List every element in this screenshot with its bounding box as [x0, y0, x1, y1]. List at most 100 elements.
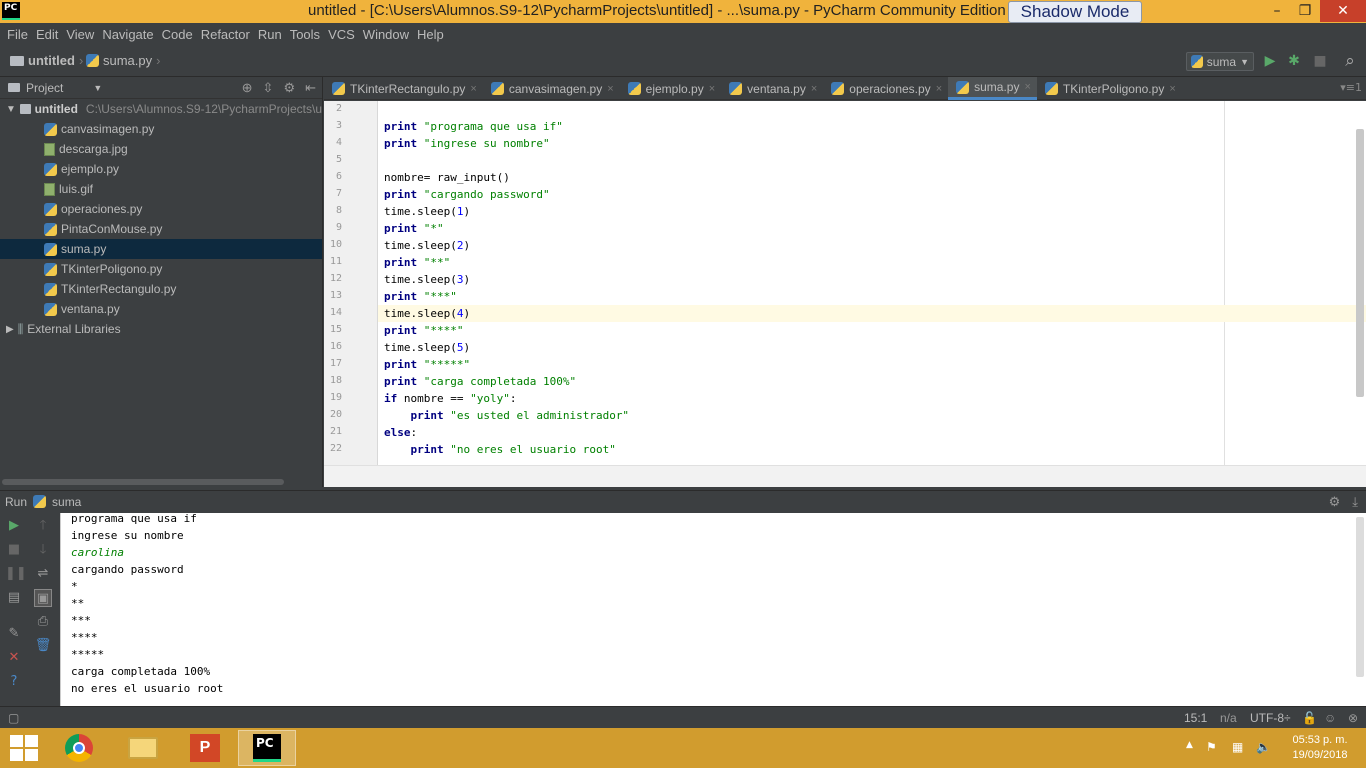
tab-tkinterpoligono[interactable]: TKinterPoligono.py × — [1037, 77, 1182, 100]
tree-item-tkinterrectangulo[interactable]: TKinterRectangulo.py — [0, 279, 322, 299]
scroll-to-end-icon[interactable]: ▣ — [34, 589, 52, 607]
print-icon[interactable]: ⎙ — [34, 613, 52, 631]
tree-item-pintaconmouse[interactable]: PintaConMouse.py — [0, 219, 322, 239]
trash-icon[interactable]: 🗑 — [34, 637, 52, 655]
caret-position[interactable]: 15:1 — [1184, 711, 1207, 725]
restore-layout-icon[interactable]: ▤ — [5, 589, 23, 607]
stop-icon[interactable]: ■ — [5, 541, 23, 559]
taskbar-powerpoint[interactable]: P — [176, 730, 234, 766]
project-horizontal-scrollbar[interactable] — [2, 479, 284, 485]
expand-arrow-icon[interactable]: ▼ — [6, 104, 16, 115]
menu-edit[interactable]: Edit — [33, 27, 63, 42]
event-log-icon[interactable]: ⊗ — [1348, 711, 1358, 725]
code-editor[interactable]: 2 3 4 5 6 7 8 9 10 11 12 13 14 15 16 17 … — [324, 101, 1366, 487]
code-line[interactable]: print "programa que usa if" — [384, 118, 1344, 135]
console-output[interactable]: programa que usa if ingrese su nombre ca… — [60, 512, 1366, 707]
hide-panel-icon[interactable]: ⇤ — [305, 80, 316, 96]
code-line[interactable]: print "***" — [384, 288, 1344, 305]
volume-icon[interactable]: 🔈 — [1256, 740, 1271, 754]
pycharm-app-icon[interactable]: PC — [2, 2, 20, 20]
tab-tkinterrectangulo[interactable]: TKinterRectangulo.py × — [324, 77, 483, 100]
code-line[interactable]: print "cargando password" — [384, 186, 1344, 203]
expand-arrow-icon[interactable]: ▶ — [6, 324, 14, 335]
tree-item-tkinterpoligono[interactable]: TKinterPoligono.py — [0, 259, 322, 279]
tab-ventana[interactable]: ventana.py × — [721, 77, 823, 100]
code-line[interactable]: else: — [384, 424, 1344, 441]
menu-tools[interactable]: Tools — [287, 27, 325, 42]
breadcrumb-project[interactable]: untitled › — [10, 53, 83, 68]
tool-windows-icon[interactable]: ▢ — [8, 711, 19, 725]
close-tab-icon[interactable]: × — [936, 83, 942, 95]
tree-item-ventana[interactable]: ventana.py — [0, 299, 322, 319]
tab-suma[interactable]: suma.py × — [948, 77, 1037, 100]
code-line-current[interactable]: time.sleep(4) — [378, 305, 1366, 322]
taskbar-file-explorer[interactable] — [114, 730, 172, 766]
code-line[interactable]: print "****" — [384, 322, 1344, 339]
lock-icon[interactable]: 🔓 — [1302, 711, 1317, 725]
menu-code[interactable]: Code — [159, 27, 198, 42]
close-tab-icon[interactable]: × — [709, 83, 715, 95]
tree-item-operaciones[interactable]: operaciones.py — [0, 199, 322, 219]
menu-run[interactable]: Run — [255, 27, 287, 42]
project-panel-title[interactable]: Project — [26, 81, 63, 95]
taskbar-pycharm[interactable]: PC — [238, 730, 296, 766]
search-icon[interactable]: ⌕ — [1342, 53, 1358, 70]
tray-chevron-up-icon[interactable]: ▲ — [1186, 740, 1193, 750]
network-icon[interactable]: ▦ — [1232, 740, 1243, 754]
code-line[interactable]: print "*****" — [384, 356, 1344, 373]
tree-item-descarga[interactable]: descarga.jpg — [0, 139, 322, 159]
windows-start-icon[interactable] — [10, 735, 38, 761]
menu-file[interactable]: File — [4, 27, 33, 42]
code-area[interactable]: print "programa que usa if" print "ingre… — [378, 101, 1366, 465]
taskbar-clock[interactable]: 05:53 p. m. 19/09/2018 — [1288, 733, 1352, 763]
run-configuration-select[interactable]: suma ▼ — [1186, 52, 1254, 71]
menu-refactor[interactable]: Refactor — [198, 27, 255, 42]
tree-item-ejemplo[interactable]: ejemplo.py — [0, 159, 322, 179]
line-separator-indicator[interactable]: n/a — [1220, 711, 1237, 725]
help-icon[interactable]: ? — [5, 673, 23, 691]
close-tab-icon[interactable]: × — [1169, 83, 1175, 95]
code-line[interactable]: print "es usted el administrador" — [384, 407, 1344, 424]
run-panel-label[interactable]: Run — [5, 495, 27, 509]
tree-item-luis[interactable]: luis.gif — [0, 179, 322, 199]
tabs-overflow-icon[interactable]: ▾≡1 — [1340, 81, 1362, 94]
shadow-mode-badge[interactable]: Shadow Mode — [1008, 1, 1142, 23]
stop-icon[interactable]: ■ — [1312, 53, 1328, 69]
pause-icon[interactable]: ❚❚ — [5, 565, 27, 583]
menu-vcs[interactable]: VCS — [325, 27, 360, 42]
collapse-icon[interactable]: ⇳ — [263, 80, 274, 96]
pin-icon[interactable]: ✎ — [5, 625, 23, 643]
close-tab-icon[interactable]: × — [607, 83, 613, 95]
menu-view[interactable]: View — [63, 27, 99, 42]
console-vertical-scrollbar[interactable] — [1356, 517, 1364, 677]
chevron-down-icon[interactable]: ▼ — [93, 83, 102, 93]
close-icon[interactable]: ✕ — [5, 649, 23, 667]
run-icon[interactable]: ▶ — [1262, 53, 1278, 69]
code-line[interactable]: print "ingrese su nombre" — [384, 135, 1344, 152]
minimize-button[interactable]: – — [1262, 0, 1292, 22]
code-line[interactable]: time.sleep(1) — [384, 203, 1344, 220]
close-tab-icon[interactable]: × — [811, 83, 817, 95]
close-tab-icon[interactable]: × — [1024, 81, 1030, 93]
inspector-icon[interactable]: ☺ — [1324, 711, 1336, 725]
run-config-name[interactable]: suma — [52, 495, 81, 509]
soft-wrap-icon[interactable]: ⇌ — [34, 565, 52, 583]
code-line[interactable]: time.sleep(2) — [384, 237, 1344, 254]
breadcrumb-file[interactable]: suma.py › — [86, 53, 160, 68]
arrow-up-icon[interactable]: 🡑 — [34, 517, 52, 535]
file-encoding[interactable]: UTF-8÷ — [1250, 711, 1291, 725]
gear-icon[interactable]: ⚙ — [283, 80, 295, 96]
tree-item-canvasimagen[interactable]: canvasimagen.py — [0, 119, 322, 139]
arrow-down-icon[interactable]: 🡓 — [34, 541, 52, 559]
tab-operaciones[interactable]: operaciones.py × — [823, 77, 948, 100]
rerun-icon[interactable]: ▶ — [5, 517, 23, 535]
close-tab-icon[interactable]: × — [470, 83, 476, 95]
locate-icon[interactable]: ⊕ — [242, 80, 253, 96]
maximize-button[interactable]: ❐ — [1290, 0, 1320, 22]
code-line[interactable]: if nombre == "yoly": — [384, 390, 1344, 407]
debug-icon[interactable]: ✱ — [1286, 53, 1302, 69]
flag-icon[interactable]: ⚑ — [1206, 740, 1217, 754]
code-line[interactable]: nombre= raw_input() — [384, 169, 1344, 186]
code-line[interactable]: print "carga completada 100%" — [384, 373, 1344, 390]
tab-ejemplo[interactable]: ejemplo.py × — [620, 77, 721, 100]
